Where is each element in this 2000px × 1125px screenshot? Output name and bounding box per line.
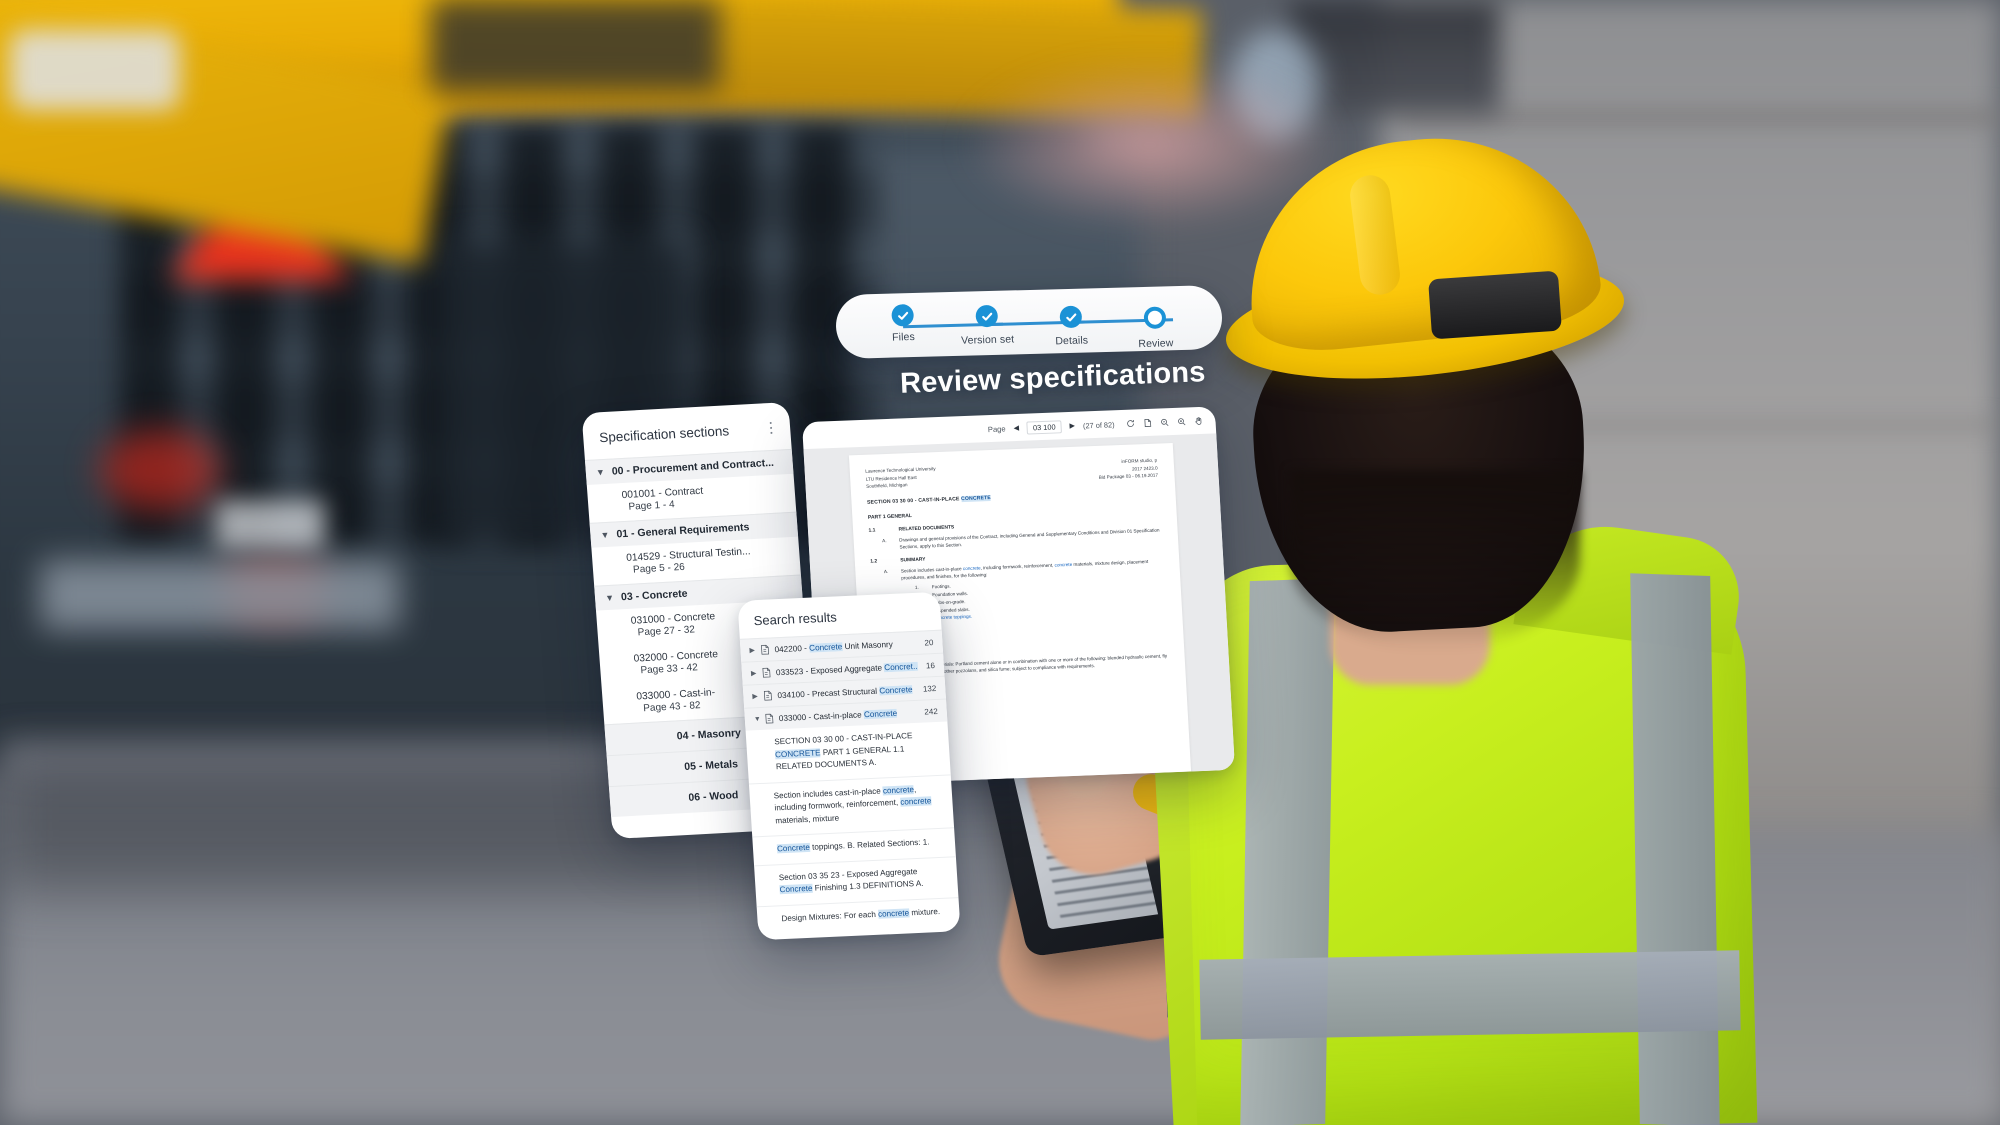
item-letter: A. (882, 537, 887, 543)
search-result-name: 033523 - Exposed Aggregate Concret... (775, 661, 919, 677)
doc-firm-line-3: Bid Package 03 - 06.19.2017 (1098, 472, 1159, 481)
snippet-pre: Design Mixtures: For each (781, 909, 879, 923)
zoom-in-icon[interactable] (1176, 416, 1187, 426)
search-result-name: 034100 - Precast Structural Concrete (777, 684, 915, 700)
block-number: 1.2 (870, 559, 878, 565)
snippet-post: materials, mixture (774, 813, 840, 826)
doc-owner-line-3: Southfield, Michigan (866, 482, 908, 489)
chevron-right-icon[interactable]: ▶ (749, 646, 755, 654)
caret-left-icon[interactable]: ◀ (1012, 424, 1020, 432)
document-part-heading: PART 1 GENERAL (867, 512, 913, 521)
block-number: 1.1 (868, 528, 876, 534)
snippet-pre: Section includes cast-in-place (773, 786, 884, 801)
doc-section-heading-text: SECTION 03 30 00 - CAST-IN-PLACE (866, 495, 962, 506)
stepper-label: Review (1138, 337, 1174, 351)
spec-group-label: 00 - Procurement and Contract... (611, 457, 775, 478)
pdf-file-icon (761, 644, 770, 655)
stepper-label: Details (1055, 334, 1089, 348)
check-icon (1059, 305, 1083, 329)
result-code: 034100 (777, 689, 805, 700)
result-rest: Unit Masonry (842, 639, 894, 651)
wizard-stepper: Files Version set Details Review (834, 284, 1224, 360)
pdf-file-icon (763, 690, 772, 701)
pan-tool-icon[interactable] (1193, 416, 1204, 426)
result-dash: - (801, 643, 810, 653)
spec-group-label: 06 - Wood (688, 789, 739, 805)
pdf-file-icon (765, 713, 774, 724)
chevron-right-icon[interactable]: ▶ (751, 669, 757, 677)
chevron-down-icon: ▼ (604, 592, 615, 603)
item-letter: A. (883, 568, 889, 575)
snippet-highlight: Concrete (776, 843, 811, 854)
stepper-label: Files (891, 330, 916, 344)
snippet-highlight: concrete (882, 784, 915, 796)
document-meta: Lawrence Technological University LTU Re… (865, 457, 1158, 491)
page-label: Page (987, 423, 1006, 434)
page-number-input[interactable]: 03 100 (1026, 419, 1062, 435)
empty-circle-icon (1143, 306, 1167, 329)
spec-group-label: 01 - General Requirements (616, 521, 750, 541)
item-text-highlight: concrete (1054, 561, 1073, 568)
result-highlight: Concrete (808, 641, 843, 653)
search-result-count: 16 (925, 660, 936, 670)
chevron-down-icon: ▼ (595, 466, 606, 478)
snippet-highlight: concrete (900, 796, 932, 807)
page-fit-icon[interactable] (1142, 418, 1153, 428)
snippet-post: mixture. (908, 906, 941, 918)
document-section-heading: SECTION 03 30 00 - CAST-IN-PLACE CONCRET… (867, 488, 1159, 505)
search-snippet[interactable]: SECTION 03 30 00 - CAST-IN-PLACE CONCRET… (746, 721, 951, 783)
snippet-highlight: Concrete (779, 884, 813, 895)
spec-group-label: 03 - Concrete (620, 587, 688, 604)
panel-title: Specification sections (598, 422, 730, 445)
spec-group-label: 04 - Masonry (676, 727, 742, 743)
item-text-part: Section includes cast-in-place (900, 566, 964, 574)
chevron-down-icon: ▼ (600, 529, 610, 540)
result-highlight: Concret... (883, 661, 919, 672)
page-count-label: (27 of 82) (1082, 419, 1115, 430)
result-highlight: Concrete (863, 708, 898, 719)
check-icon (891, 304, 915, 327)
block-title: SUMMARY (900, 557, 926, 564)
item-text-highlight: concrete (962, 565, 981, 572)
search-results-panel: Search results ▶ 042200 - Concrete Unit … (737, 591, 961, 941)
caret-right-icon[interactable]: ▶ (1068, 422, 1076, 430)
search-result-name: 033000 - Cast-in-place Concrete (778, 707, 917, 723)
result-code: 042200 (774, 643, 803, 654)
page-title: Review specifications (899, 356, 1207, 400)
chevron-down-icon[interactable]: ▼ (754, 715, 761, 722)
search-result-count: 242 (924, 706, 938, 717)
search-result-name: 042200 - Concrete Unit Masonry (774, 638, 917, 653)
stepper-step-files[interactable]: Files (863, 303, 1004, 344)
zoom-out-icon[interactable] (1159, 417, 1170, 427)
pdf-file-icon (762, 667, 771, 678)
search-snippet[interactable]: Section includes cast-in-place concrete,… (748, 773, 955, 837)
snippet-highlight: concrete (877, 908, 910, 919)
search-result-count: 20 (924, 637, 934, 647)
stepper-step-review[interactable]: Review (1115, 297, 1195, 351)
spec-group-label: 05 - Metals (683, 758, 739, 774)
result-code: 033523 (775, 666, 804, 677)
result-pre: Precast Structural (811, 686, 880, 699)
snippet-post: toppings. B. Related Sections: 1. (809, 837, 930, 853)
search-result-count: 132 (922, 683, 937, 694)
result-pre: Cast-in-place (813, 709, 865, 722)
snippet-highlight: CONCRETE (774, 747, 821, 759)
item-text-part: , including formwork, reinforcement, (980, 562, 1055, 571)
stepper-label: Version set (960, 333, 1015, 347)
result-highlight: Concrete (878, 684, 913, 696)
rotate-icon[interactable] (1125, 418, 1136, 428)
block-title: RELATED DOCUMENTS (898, 525, 955, 533)
doc-section-heading-highlight: CONCRETE (960, 494, 992, 502)
snippet-post: Finishing 1.3 DEFINITIONS A. (812, 878, 924, 894)
result-code: 033000 (778, 712, 807, 723)
chevron-right-icon[interactable]: ▶ (752, 692, 758, 700)
kebab-menu-icon[interactable] (765, 418, 777, 439)
result-pre: Exposed Aggregate (810, 662, 885, 676)
